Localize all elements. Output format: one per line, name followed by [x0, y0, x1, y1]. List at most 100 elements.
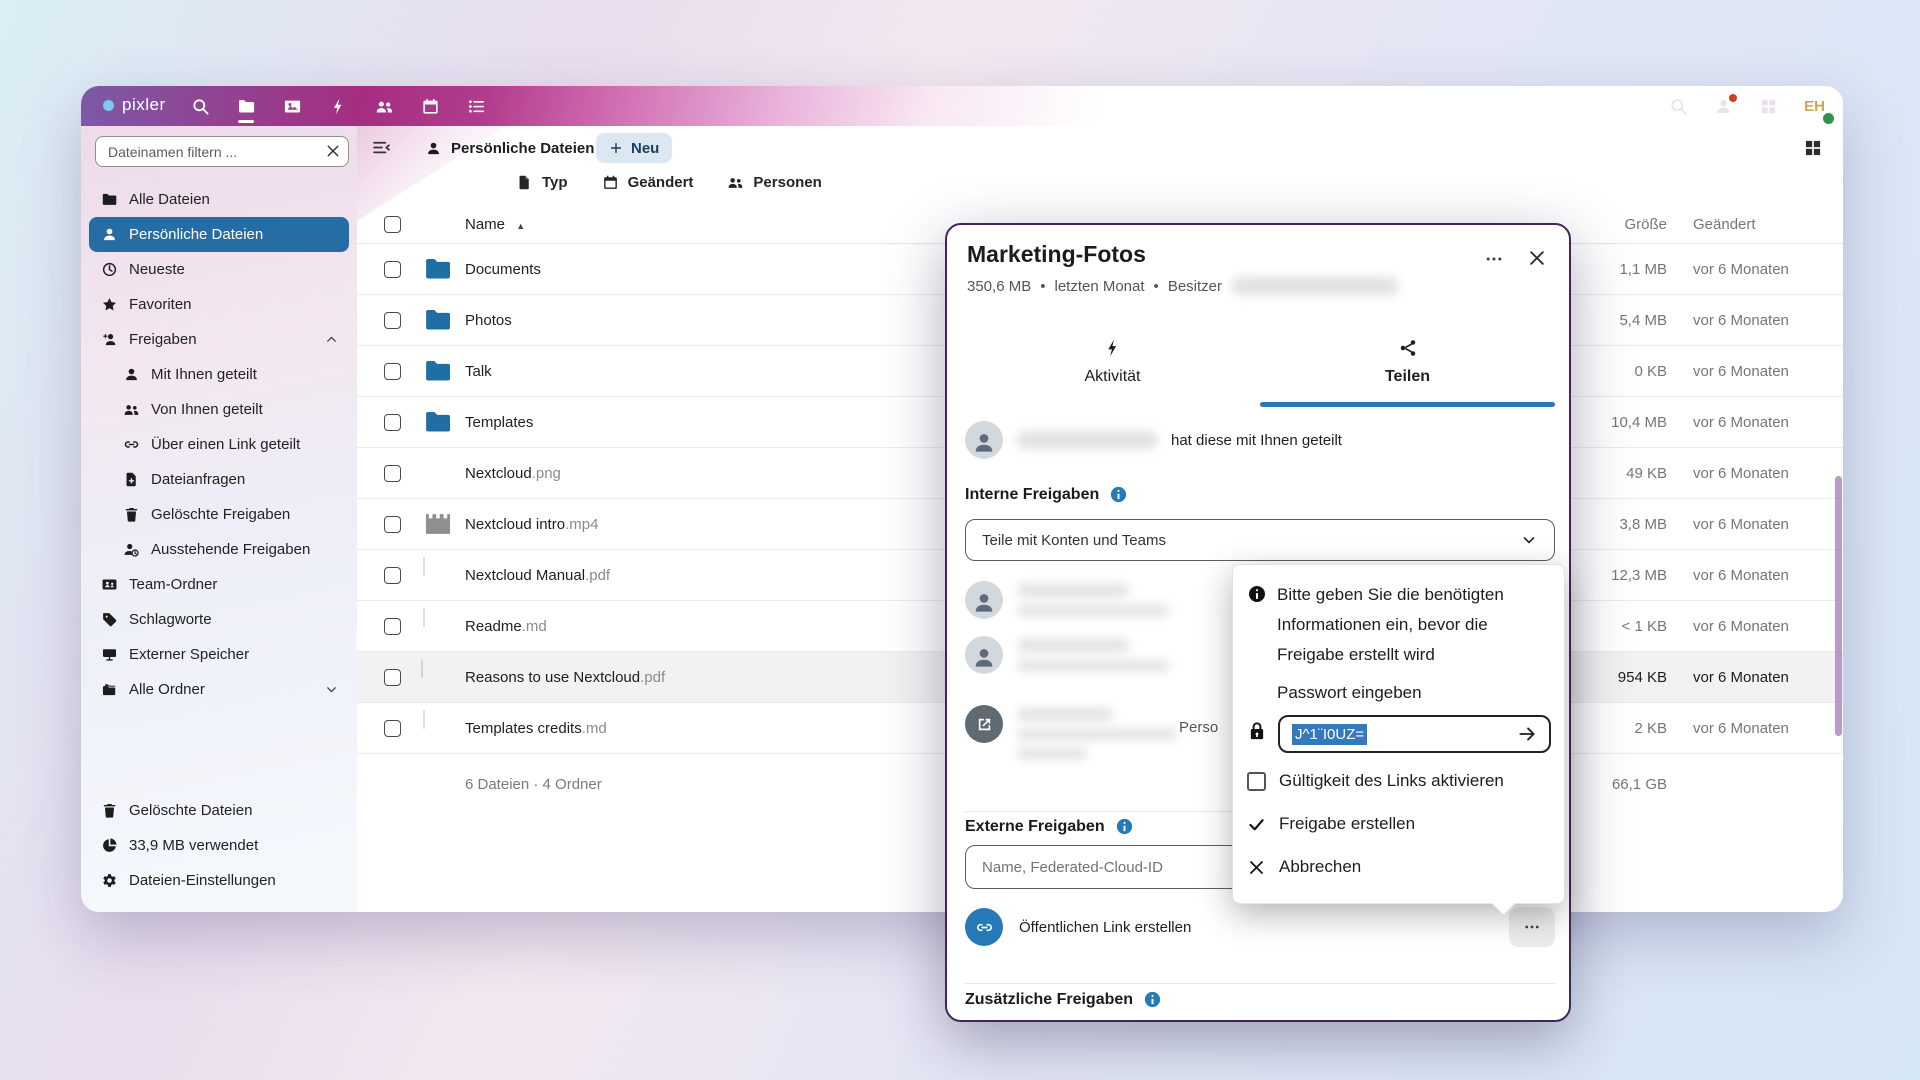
nav-contacts[interactable]: [361, 86, 407, 126]
filter-chip-label: Personen: [753, 174, 821, 191]
public-link-actions-button[interactable]: [1509, 907, 1555, 947]
status-dot: [1823, 113, 1834, 124]
expiry-option[interactable]: Gültigkeit des Links aktivieren: [1247, 771, 1504, 791]
person-icon: [971, 645, 997, 671]
people-icon: [727, 174, 744, 191]
sidebar-item[interactable]: Favoriten: [89, 287, 349, 322]
create-share-label: Freigabe erstellen: [1279, 814, 1415, 834]
sidebar-item[interactable]: Gelöschte Dateien: [89, 793, 349, 828]
row-checkbox[interactable]: [384, 363, 401, 380]
nav-calendar[interactable]: [407, 86, 453, 126]
person-icon: [425, 140, 442, 157]
apps-icon[interactable]: [1759, 97, 1778, 116]
avatar[interactable]: EH: [1804, 98, 1825, 115]
sidebar-item[interactable]: Persönliche Dateien: [89, 217, 349, 252]
row-checkbox[interactable]: [384, 516, 401, 533]
sidebar-item[interactable]: 33,9 MB verwendet: [89, 828, 349, 863]
sidebar-item[interactable]: Über einen Link geteilt: [89, 427, 349, 462]
share-list-item[interactable]: [965, 705, 1177, 759]
filter-chip[interactable]: Geändert: [602, 174, 694, 191]
file-modified: vor 6 Monaten: [1667, 363, 1819, 380]
sidebar-item[interactable]: Team-Ordner: [89, 567, 349, 602]
row-checkbox[interactable]: [384, 618, 401, 635]
folder-icon: [421, 254, 455, 284]
create-share-option[interactable]: Freigabe erstellen: [1247, 814, 1415, 834]
share-list-item[interactable]: [965, 636, 1169, 674]
dialog-close-icon[interactable]: [1527, 248, 1547, 268]
nav-photos[interactable]: [269, 86, 315, 126]
sidebar-item[interactable]: Gelöschte Freigaben: [89, 497, 349, 532]
new-button[interactable]: Neu: [596, 133, 672, 163]
sidebar-item[interactable]: Schlagworte: [89, 602, 349, 637]
sidebar-item[interactable]: Externer Speicher: [89, 637, 349, 672]
share-list-item[interactable]: [965, 581, 1169, 619]
info-icon[interactable]: [1109, 485, 1128, 504]
sidebar-item-label: Neueste: [129, 261, 185, 278]
expiry-checkbox[interactable]: [1247, 772, 1266, 791]
app-logo[interactable]: pixler: [103, 95, 166, 115]
sidebar-item-label: Freigaben: [129, 331, 197, 348]
select-all-checkbox[interactable]: [384, 216, 401, 233]
trash-icon: [101, 802, 118, 819]
scrollbar[interactable]: [1835, 476, 1842, 736]
notifications-icon[interactable]: [1714, 97, 1733, 116]
sidebar-item-label: Über einen Link geteilt: [151, 436, 300, 453]
chevron-down-icon[interactable]: [324, 682, 339, 697]
expiry-label: Gültigkeit des Links aktivieren: [1279, 771, 1504, 791]
clear-filter-icon[interactable]: [325, 143, 341, 159]
sidebar-item[interactable]: Dateien-Einstellungen: [89, 863, 349, 898]
column-size[interactable]: Größe: [1555, 216, 1667, 233]
filter-chip[interactable]: Personen: [727, 174, 821, 191]
sidebar-item[interactable]: Von Ihnen geteilt: [89, 392, 349, 427]
sidebar-item[interactable]: Dateianfragen: [89, 462, 349, 497]
file-modified: vor 6 Monaten: [1667, 261, 1819, 278]
sidebar-item-label: Gelöschte Dateien: [129, 802, 252, 819]
contacts-icon: [375, 97, 394, 116]
person-plus-icon: [101, 331, 118, 348]
sidebar-item[interactable]: Alle Dateien: [89, 182, 349, 217]
nav-tasks[interactable]: [453, 86, 499, 126]
collapse-sidebar-button[interactable]: [371, 137, 392, 158]
top-bar: pixler EH: [81, 86, 1843, 126]
lock-icon: [1246, 720, 1268, 742]
sidebar-item[interactable]: Mit Ihnen geteilt: [89, 357, 349, 392]
sidebar-item[interactable]: Ausstehende Freigaben: [89, 532, 349, 567]
column-modified[interactable]: Geändert: [1667, 216, 1819, 233]
avatar: [965, 421, 1003, 459]
tab-activity[interactable]: Aktivität: [965, 321, 1260, 403]
row-checkbox[interactable]: [384, 720, 401, 737]
grid-view-toggle[interactable]: [1803, 138, 1823, 158]
sidebar-item[interactable]: Neueste: [89, 252, 349, 287]
dialog-size: 350,6 MB: [967, 278, 1031, 295]
plus-icon: [609, 141, 623, 155]
dialog-actions-icon[interactable]: [1484, 249, 1504, 269]
nav-activity[interactable]: [315, 86, 361, 126]
folder-icon: [421, 356, 455, 386]
file-modified: vor 6 Monaten: [1667, 516, 1819, 533]
tab-share[interactable]: Teilen: [1260, 321, 1555, 403]
sharer-name-redacted: [1016, 431, 1158, 449]
row-checkbox[interactable]: [384, 465, 401, 482]
info-icon[interactable]: [1143, 990, 1162, 1009]
row-checkbox[interactable]: [384, 567, 401, 584]
row-checkbox[interactable]: [384, 312, 401, 329]
sidebar-item[interactable]: Alle Ordner: [89, 672, 349, 707]
cancel-option[interactable]: Abbrechen: [1247, 857, 1361, 877]
row-checkbox[interactable]: [384, 669, 401, 686]
row-checkbox[interactable]: [384, 261, 401, 278]
nav-files[interactable]: [223, 86, 269, 126]
create-public-link-row[interactable]: Öffentlichen Link erstellen: [965, 907, 1555, 947]
password-input[interactable]: J^1¨I0UZ=: [1278, 715, 1551, 753]
confirm-arrow-icon[interactable]: [1517, 724, 1537, 744]
sidebar-item[interactable]: Freigaben: [89, 322, 349, 357]
info-icon[interactable]: [1115, 817, 1134, 836]
row-checkbox[interactable]: [384, 414, 401, 431]
create-public-link-label: Öffentlichen Link erstellen: [1019, 919, 1191, 936]
chevron-up-icon[interactable]: [324, 332, 339, 347]
breadcrumb[interactable]: Persönliche Dateien: [425, 134, 594, 162]
filter-chip[interactable]: Typ: [516, 174, 568, 191]
nav-search[interactable]: [177, 86, 223, 126]
share-recipient-select[interactable]: Teile mit Konten und Teams: [965, 519, 1555, 561]
filter-input[interactable]: [95, 136, 349, 167]
unified-search-icon[interactable]: [1669, 97, 1688, 116]
